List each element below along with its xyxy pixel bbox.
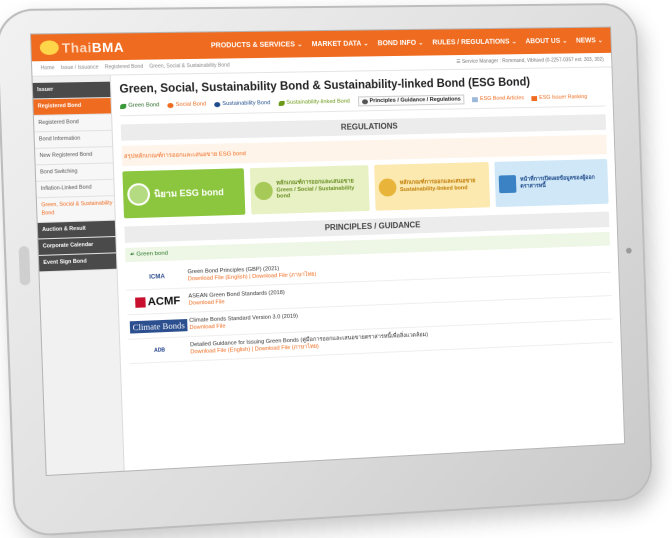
asean-emblem-icon: [135, 297, 146, 308]
card-esg-bond-definition-label: นิยาม ESG bond: [154, 187, 224, 199]
tab-sustainability-bond[interactable]: Sustainability Bond: [214, 98, 270, 109]
main-panel: Green, Social, Sustainability Bond & Sus…: [111, 67, 624, 470]
tab-sustainability-linked-bond[interactable]: Sustainability-linked Bond: [278, 97, 350, 108]
breadcrumb-registered-bond[interactable]: Registered Bond: [105, 64, 144, 71]
tab-principles-guidance-regulations[interactable]: Principles / Guidance / Regulations: [358, 94, 465, 106]
nav-market-data[interactable]: MARKET DATA ⌄: [312, 39, 369, 48]
tab-green-bond[interactable]: Green Bond: [120, 100, 160, 111]
card-disclosure-duties[interactable]: หน้าที่การเปิดเผยข้อมูลของผู้ออกตราสารหน…: [495, 159, 609, 207]
sidebar-item-registered-bond[interactable]: Registered Bond: [34, 114, 112, 132]
thaibma-logo[interactable]: ThaiBMA: [40, 39, 125, 56]
nav-about-us[interactable]: ABOUT US ⌄: [525, 37, 567, 45]
sidebar-item-bond-switching[interactable]: Bond Switching: [36, 163, 114, 181]
sidebar-item-bond-information[interactable]: Bond Information: [34, 131, 112, 149]
sidebar-item-esg-bond[interactable]: Green, Social & Sustainability Bond: [37, 196, 115, 223]
breadcrumb: Home Issue / Issuance Registered Bond Gr…: [41, 62, 230, 71]
tab-esg-issuer-ranking-label: ESG Issuer Ranking: [539, 94, 587, 101]
plant-icon: [378, 178, 396, 196]
breadcrumb-current: Green, Social & Sustainability Bond: [149, 62, 230, 69]
document-icon: [472, 97, 478, 102]
icma-logo-text: ICMA: [149, 274, 165, 281]
tab-social-bond[interactable]: Social Bond: [167, 99, 206, 110]
tab-esg-issuer-ranking[interactable]: ESG Issuer Ranking: [531, 92, 587, 103]
sidebar-item-issuer[interactable]: Issuer: [33, 82, 111, 100]
nav-products-services[interactable]: PRODUCTS & SERVICES ⌄: [211, 40, 303, 49]
card-green-social-sustainability[interactable]: หลักเกณฑ์การออกและเสนอขาย Green / Social…: [250, 165, 370, 214]
nav-bond-info[interactable]: BOND INFO ⌄: [378, 39, 424, 48]
card-green-social-sustainability-label: หลักเกณฑ์การออกและเสนอขาย Green / Social…: [276, 178, 365, 200]
climate-bonds-logo: Climate Bonds: [128, 318, 190, 333]
card-disclosure-duties-label: หน้าที่การเปิดเผยข้อมูลของผู้ออกตราสารหน…: [520, 175, 604, 190]
tab-principles-label: Principles / Guidance / Regulations: [369, 97, 460, 105]
service-manager-info: ☰ Service Manager : Rommand, Vibhavd (0-…: [456, 57, 604, 65]
globe-icon: [214, 102, 220, 107]
sprout-icon: [278, 100, 284, 105]
tablet-device: ThaiBMA PRODUCTS & SERVICES ⌄ MARKET DAT…: [0, 3, 653, 538]
sidebar-item-new-registered-bond[interactable]: New Registered Bond: [35, 147, 113, 165]
checklist-icon: [499, 175, 517, 193]
nav-rules-regulations[interactable]: RULES / REGULATIONS ⌄: [432, 38, 517, 47]
page-content: Issuer Registered Bond Registered Bond B…: [33, 67, 625, 475]
logo-main: BMA: [92, 39, 125, 55]
people-icon: [167, 102, 173, 107]
regulation-cards: นิยาม ESG bond หลักเกณฑ์การออกและเสนอขาย…: [122, 159, 608, 218]
sidebar-item-registered-bond-header[interactable]: Registered Bond: [33, 98, 111, 116]
tab-sustainability-linked-bond-label: Sustainability-linked Bond: [286, 99, 350, 106]
breadcrumb-home[interactable]: Home: [41, 65, 55, 71]
document-list: ICMA Green Bond Principles (GBP) (2021) …: [126, 249, 614, 364]
acmf-logo: ACMF: [127, 294, 189, 309]
sidebar-item-event-sign-bond[interactable]: Event Sign Bond: [39, 253, 117, 272]
nav-news[interactable]: NEWS ⌄: [576, 36, 603, 44]
gear-icon: [362, 99, 368, 104]
adb-logo-text: ADB: [154, 347, 165, 354]
tab-esg-bond-articles[interactable]: ESG Bond Articles: [472, 93, 524, 104]
card-sustainability-linked-label: หลักเกณฑ์การออกและเสนอขาย Sustainability…: [400, 178, 486, 193]
handshake-leaf-icon: [127, 183, 150, 206]
breadcrumb-issue[interactable]: Issue / Issuance: [61, 64, 99, 71]
chart-icon: [532, 96, 538, 101]
card-sustainability-linked[interactable]: หลักเกณฑ์การออกและเสนอขาย Sustainability…: [374, 162, 491, 211]
icma-logo: ICMA: [126, 273, 188, 281]
tablet-home-button: [19, 246, 31, 286]
leaf-icon: [120, 103, 126, 108]
logo-prefix: Thai: [62, 39, 92, 55]
logo-mark-icon: [40, 40, 59, 55]
sidebar: Issuer Registered Bond Registered Bond B…: [33, 76, 125, 475]
main-menu: PRODUCTS & SERVICES ⌄ MARKET DATA ⌄ BOND…: [211, 36, 603, 49]
tab-social-bond-label: Social Bond: [176, 101, 207, 108]
acmf-logo-text: ACMF: [147, 294, 180, 307]
tab-esg-bond-articles-label: ESG Bond Articles: [480, 95, 524, 102]
adb-logo: ADB: [129, 346, 191, 355]
card-esg-bond-definition[interactable]: นิยาม ESG bond: [122, 168, 245, 218]
tab-bar: Green Bond Social Bond Sustainability Bo…: [120, 92, 605, 116]
tab-sustainability-bond-label: Sustainability Bond: [222, 100, 270, 107]
climate-bonds-logo-text: Climate Bonds: [129, 318, 188, 333]
tree-icon: [254, 182, 273, 201]
tablet-screen: ThaiBMA PRODUCTS & SERVICES ⌄ MARKET DAT…: [30, 27, 625, 477]
tab-green-bond-label: Green Bond: [128, 102, 159, 109]
